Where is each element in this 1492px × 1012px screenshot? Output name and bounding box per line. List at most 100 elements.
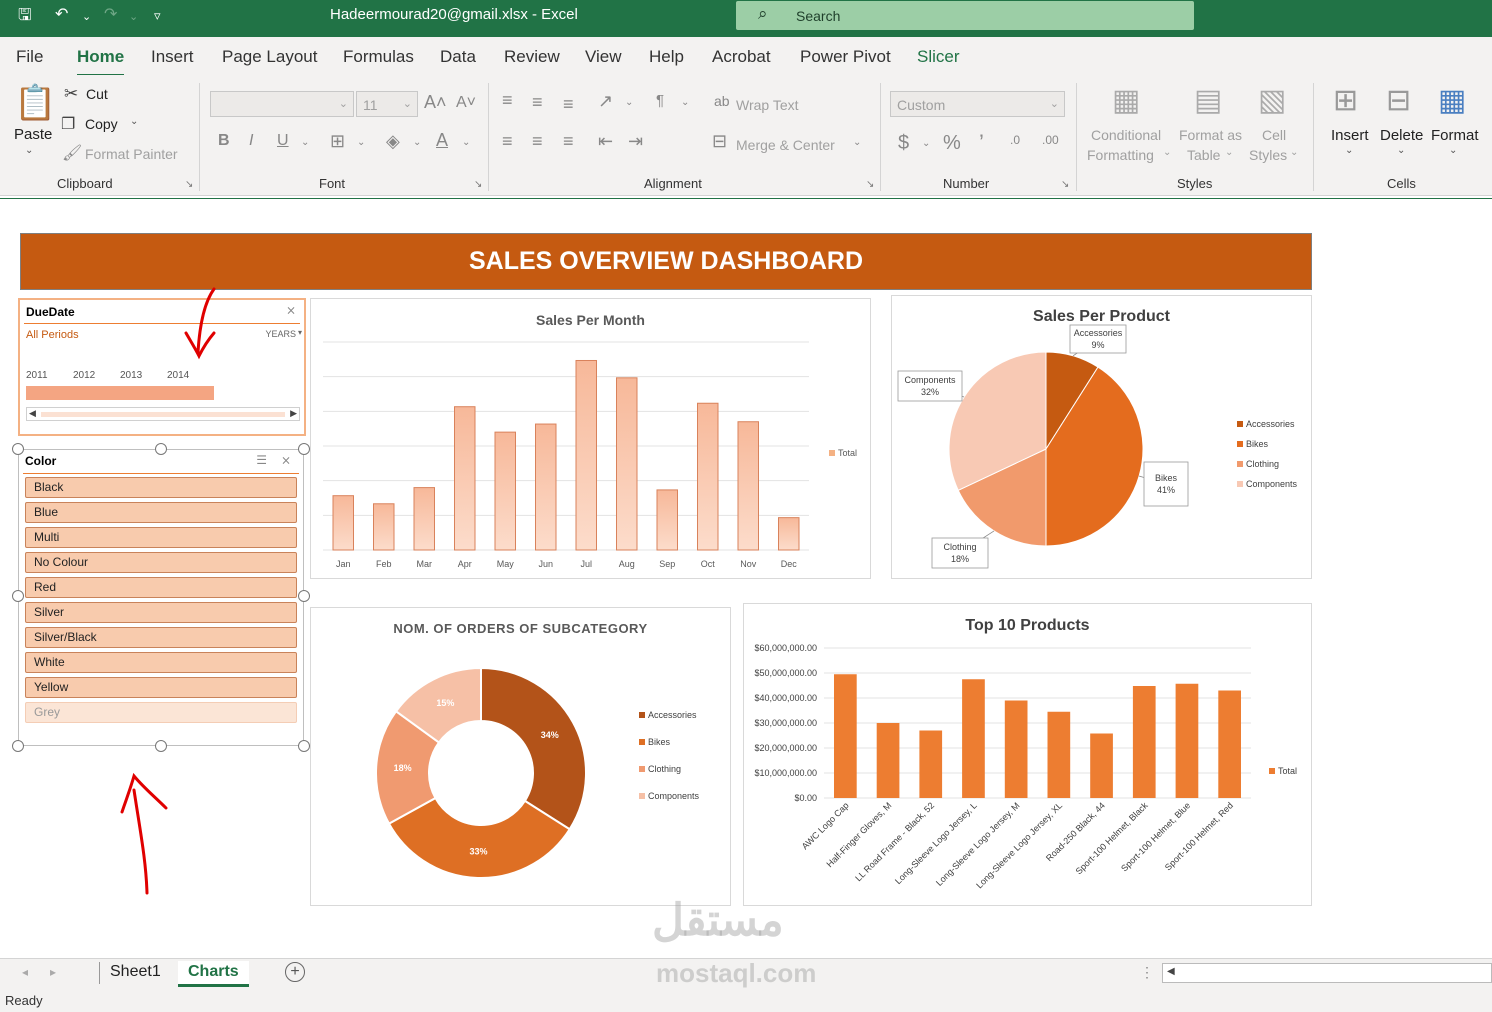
bar (919, 730, 943, 798)
bar (778, 517, 800, 551)
bar (373, 503, 395, 551)
x-tick-label: Jun (538, 559, 553, 569)
x-tick-label: May (497, 559, 515, 569)
legend-label: Total (838, 448, 857, 458)
legend-label: Bikes (648, 737, 671, 747)
bar (1175, 683, 1199, 798)
sales-per-month-plot: Jan Feb Mar Apr May Jun Jul Aug Sep Oct Nov Dec Tota… (323, 341, 857, 569)
bar (1218, 690, 1241, 798)
x-tick-label: Jan (336, 559, 351, 569)
legend-swatch (639, 766, 645, 772)
orders-subcategory-plot: 34% 33% 18% 15% Accessories Bikes Clothing Comp… (375, 666, 700, 879)
top-10-products-plot: $0.00 $10,000,000.00 $20,000,000.00 $30,000… (754, 643, 1297, 890)
x-tick-label: Dec (781, 559, 798, 569)
legend-swatch (829, 450, 835, 456)
data-label-value: 41% (1157, 485, 1175, 495)
bar (332, 495, 354, 551)
bar (494, 431, 516, 551)
x-tick-label: Mar (417, 559, 433, 569)
data-label-name: Bikes (1155, 473, 1178, 483)
x-tick-label: Long-Sleeve Logo Jersey, M (934, 800, 1022, 888)
status-text: Ready (5, 993, 43, 1008)
bar (656, 489, 678, 551)
legend-swatch (639, 712, 645, 718)
donut-slice (480, 666, 587, 831)
x-tick-label: Jul (580, 559, 592, 569)
y-tick-label: $50,000,000.00 (754, 668, 817, 678)
y-tick-label: $20,000,000.00 (754, 743, 817, 753)
legend-label: Bikes (1246, 439, 1269, 449)
bar (575, 359, 597, 551)
x-tick-label: Sport-100 Helmet, Black (1074, 800, 1150, 876)
bar (454, 406, 476, 551)
watermark-latin: mostaql.com (656, 958, 817, 988)
x-tick-label: Sport-100 Helmet, Blue (1119, 800, 1192, 873)
status-bar: Ready (0, 988, 1492, 1012)
data-label-value: 32% (921, 387, 939, 397)
sales-per-month-chart[interactable]: Sales Per Month Jan Feb Mar Apr May Jun Jul Aug… (310, 298, 871, 579)
red-arrow-down-icon (184, 287, 216, 360)
x-tick-label: Sep (659, 559, 675, 569)
scroll-left-icon[interactable]: ◀ (1167, 966, 1175, 977)
data-label: 33% (470, 846, 488, 856)
y-tick-label: $0.00 (794, 793, 817, 803)
data-label: 18% (394, 763, 412, 773)
bar (616, 377, 638, 551)
y-tick-label: $10,000,000.00 (754, 768, 817, 778)
bar (1004, 700, 1028, 798)
legend-label: Total (1278, 766, 1297, 776)
legend-swatch (1237, 441, 1243, 447)
horizontal-scrollbar[interactable]: ◀ (1162, 963, 1492, 983)
top-10-products-chart[interactable]: Top 10 Products $0.00 $10,000,000.00 $20,0… (743, 603, 1312, 906)
legend-swatch (1237, 421, 1243, 427)
x-tick-label: LL Road Frame - Black, 52 (853, 800, 936, 883)
orders-subcategory-chart[interactable]: NOM. OF ORDERS OF SUBCATEGORY 34% 33% 18% 1… (310, 607, 731, 906)
bar (876, 723, 900, 798)
data-label-value: 18% (951, 554, 969, 564)
red-arrow-up-icon (120, 772, 168, 895)
legend-swatch (1237, 461, 1243, 467)
bar (697, 402, 719, 551)
y-tick-label: $40,000,000.00 (754, 693, 817, 703)
x-tick-label: Nov (740, 559, 757, 569)
x-tick-label: Long-Sleeve Logo Jersey, L (893, 800, 979, 886)
data-label-name: Components (904, 375, 956, 385)
legend-label: Accessories (1246, 419, 1295, 429)
legend-label: Clothing (648, 764, 681, 774)
bar (962, 679, 985, 798)
bar (1090, 733, 1113, 798)
legend-swatch (1237, 481, 1243, 487)
sheet-tab-sheet1[interactable]: Sheet1 (100, 961, 171, 987)
x-tick-label: Long-Sleeve Logo Jersey, XL (974, 800, 1064, 890)
sheet-tab-charts[interactable]: Charts (178, 961, 249, 987)
bar (834, 674, 857, 798)
data-label-name: Accessories (1074, 328, 1123, 338)
data-label: 15% (436, 698, 454, 708)
y-tick-label: $60,000,000.00 (754, 643, 817, 653)
watermark-arabic: مستقل (652, 896, 784, 945)
bar (737, 421, 759, 551)
bar (535, 423, 557, 551)
legend-label: Components (648, 791, 700, 801)
tab-splitter-icon[interactable]: ⋮ (1140, 964, 1154, 981)
bar (1132, 686, 1156, 798)
data-label-name: Clothing (943, 542, 976, 552)
x-tick-label: Feb (376, 559, 392, 569)
y-tick-label: $30,000,000.00 (754, 718, 817, 728)
legend-swatch (1269, 768, 1275, 774)
x-tick-label: Aug (619, 559, 635, 569)
legend-swatch (639, 739, 645, 745)
legend-label: Clothing (1246, 459, 1279, 469)
data-label: 34% (541, 730, 559, 740)
data-label-value: 9% (1091, 340, 1104, 350)
legend-swatch (639, 793, 645, 799)
next-sheet-icon[interactable]: ▸ (50, 965, 56, 979)
legend-label: Accessories (648, 710, 697, 720)
prev-sheet-icon[interactable]: ◂ (22, 965, 28, 979)
sales-per-product-plot: Accessories 9% Bikes 41% Clothing 18% Componen… (897, 324, 1298, 569)
add-sheet-icon[interactable]: + (285, 962, 305, 982)
legend-label: Components (1246, 479, 1298, 489)
data-label-box (1143, 461, 1189, 507)
sales-per-product-chart[interactable]: Sales Per Product Accessories 9% Bikes 41% C… (891, 295, 1312, 579)
bar (1047, 711, 1071, 798)
